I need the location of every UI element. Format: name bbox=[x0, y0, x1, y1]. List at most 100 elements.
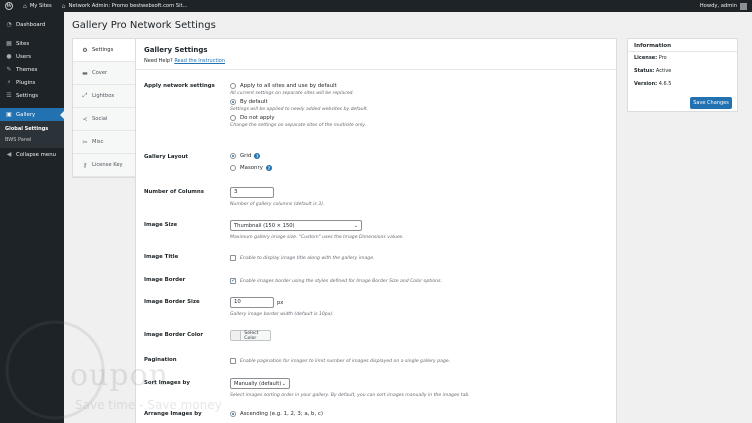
menu-label: Users bbox=[16, 53, 32, 60]
field-desc: Number of gallery columns (default is 3)… bbox=[230, 202, 325, 207]
checkbox[interactable] bbox=[230, 277, 236, 284]
radio[interactable] bbox=[230, 83, 236, 89]
collapse-menu-button[interactable]: ◀ Collapse menu bbox=[0, 148, 64, 161]
layout-grid-option[interactable]: Grid? bbox=[230, 152, 272, 160]
field-desc: Select images sorting order in your gall… bbox=[230, 393, 470, 398]
tab-cover[interactable]: ▬ Cover bbox=[73, 62, 135, 85]
menu-label: Sites bbox=[16, 40, 30, 47]
select-color-button[interactable]: Select Color bbox=[230, 330, 271, 341]
image-border-label: Image Border bbox=[144, 277, 186, 283]
image-size-select[interactable]: Thumbnail (150 × 150) ⌄ bbox=[230, 220, 362, 231]
instruction-link[interactable]: Read the Instruction bbox=[174, 58, 225, 64]
need-help-label: Need Help? bbox=[144, 58, 173, 64]
collapse-icon: ◀ bbox=[6, 151, 12, 158]
field-desc: Gallery image border width (default is 1… bbox=[230, 312, 334, 317]
checkbox[interactable] bbox=[230, 358, 236, 364]
option-label: Apply to all sites and use by default bbox=[240, 83, 337, 89]
submenu-bws-panel[interactable]: BWS Panel bbox=[0, 134, 64, 145]
wp-logo-menu[interactable]: W bbox=[0, 0, 18, 12]
brush-icon: ✎ bbox=[6, 66, 12, 73]
option-label: Masonry bbox=[240, 165, 263, 171]
menu-settings[interactable]: ☰ Settings bbox=[0, 89, 64, 102]
select-value: Thumbnail (150 × 150) bbox=[234, 222, 295, 229]
network-admin-menu[interactable]: ⌂ Network Admin: Promo bestwebsoft.com Si… bbox=[57, 0, 193, 12]
version-label: Version: bbox=[634, 81, 658, 87]
tab-label: License Key bbox=[92, 162, 123, 168]
need-help: Need Help? Read the Instruction bbox=[144, 58, 225, 64]
wrench-icon: ✂ bbox=[82, 138, 88, 146]
gallery-layout-label: Gallery Layout bbox=[144, 154, 189, 160]
wordpress-icon: W bbox=[5, 2, 13, 10]
image-size-field: Thumbnail (150 × 150) ⌄ Maximum gallery i… bbox=[230, 220, 404, 241]
license-value: Pro bbox=[658, 55, 667, 61]
columns-field: 3 Number of gallery columns (default is … bbox=[230, 187, 324, 208]
pagination-field: Enable pagination for images to limit nu… bbox=[230, 357, 450, 365]
radio[interactable] bbox=[230, 99, 236, 105]
select-value: Manually (default) bbox=[234, 380, 282, 387]
image-border-checkbox[interactable]: Enable images border using the styles de… bbox=[230, 277, 442, 285]
tab-settings[interactable]: ⚙ Settings bbox=[73, 39, 136, 62]
pagination-checkbox[interactable]: Enable pagination for images to limit nu… bbox=[230, 357, 450, 365]
tab-lightbox[interactable]: ⤢ Lightbox bbox=[73, 85, 135, 108]
tab-label: Lightbox bbox=[92, 93, 115, 99]
image-title-field: Enable to display image title along with… bbox=[230, 254, 375, 262]
tab-label: Social bbox=[92, 116, 108, 122]
tab-license-key[interactable]: ⚷ License Key bbox=[73, 154, 135, 177]
menu-themes[interactable]: ✎ Themes bbox=[0, 63, 64, 76]
menu-label: Plugins bbox=[16, 79, 36, 86]
pagination-label: Pagination bbox=[144, 357, 177, 363]
account-menu[interactable]: Howdy, admin bbox=[695, 0, 752, 12]
gallery-icon: ▣ bbox=[6, 111, 12, 118]
color-swatch bbox=[231, 331, 242, 340]
arrange-ascending-option[interactable]: Ascending (e.g. 1, 2, 3; a, b, c) bbox=[230, 410, 323, 418]
menu-plugins[interactable]: ⚡ Plugins bbox=[0, 76, 64, 89]
menu-dashboard[interactable]: ◔ Dashboard bbox=[0, 18, 64, 31]
apply-all-option[interactable]: Apply to all sites and use by default bbox=[230, 82, 368, 90]
field-desc: Enable images border using the styles de… bbox=[240, 278, 442, 284]
checkbox[interactable] bbox=[230, 255, 236, 261]
sort-by-field: Manually (default) ⌄ Select images sortin… bbox=[230, 378, 470, 399]
gallery-submenu: Global Settings BWS Panel bbox=[0, 121, 64, 148]
border-size-input[interactable]: 10 bbox=[230, 297, 274, 308]
columns-input[interactable]: 3 bbox=[230, 187, 274, 198]
chevron-down-icon: ⌄ bbox=[281, 380, 286, 387]
menu-sites[interactable]: ▦ Sites bbox=[0, 37, 64, 50]
save-changes-button[interactable]: Save Changes bbox=[690, 97, 732, 109]
layout-masonry-option[interactable]: Masonry? bbox=[230, 164, 272, 172]
tab-misc[interactable]: ✂ Misc bbox=[73, 131, 135, 154]
border-color-field: Select Color bbox=[230, 330, 271, 341]
radio[interactable] bbox=[230, 165, 236, 171]
tab-social[interactable]: ≺ Social bbox=[73, 108, 135, 131]
home-icon: ⌂ bbox=[61, 2, 66, 10]
admin-menu: ◔ Dashboard ▦ Sites ● Users ✎ Themes ⚡ Plugin… bbox=[0, 12, 64, 423]
menu-users[interactable]: ● Users bbox=[0, 50, 64, 63]
my-sites-menu[interactable]: ⌂ My Sites bbox=[18, 0, 57, 12]
field-desc: Maximum gallery image size. "Custom" use… bbox=[230, 235, 404, 240]
license-label: License: bbox=[634, 55, 658, 61]
panel-title: Gallery Settings bbox=[144, 46, 208, 54]
submenu-global-settings[interactable]: Global Settings bbox=[0, 123, 64, 134]
image-size-label: Image Size bbox=[144, 222, 178, 228]
avatar bbox=[740, 2, 747, 10]
help-icon[interactable]: ? bbox=[254, 153, 261, 159]
status-line: Status: Active bbox=[628, 65, 737, 78]
sort-by-select[interactable]: Manually (default) ⌄ bbox=[230, 378, 290, 389]
information-title: Information bbox=[628, 39, 737, 52]
option-desc: Change the settings on separate sites of… bbox=[230, 123, 367, 128]
unit-label: px bbox=[277, 299, 284, 306]
do-not-apply-option[interactable]: Do not apply bbox=[230, 114, 368, 122]
help-icon[interactable]: ? bbox=[265, 165, 272, 171]
image-title-checkbox[interactable]: Enable to display image title along with… bbox=[230, 254, 375, 262]
by-default-option[interactable]: By default bbox=[230, 98, 368, 106]
radio[interactable] bbox=[230, 115, 236, 121]
expand-icon: ⤢ bbox=[82, 92, 88, 99]
gallery-layout-options: Grid? Masonry? bbox=[230, 152, 272, 172]
settings-tabs: ⚙ Settings ▬ Cover ⤢ Lightbox ≺ Social ✂ Misc… bbox=[72, 38, 136, 178]
image-icon: ▬ bbox=[82, 69, 88, 77]
sites-icon: ▦ bbox=[6, 40, 12, 47]
radio[interactable] bbox=[230, 153, 236, 159]
radio[interactable] bbox=[230, 411, 236, 417]
menu-label: Settings bbox=[16, 92, 39, 99]
menu-label: Dashboard bbox=[16, 21, 46, 28]
menu-gallery[interactable]: ▣ Gallery bbox=[0, 108, 64, 121]
